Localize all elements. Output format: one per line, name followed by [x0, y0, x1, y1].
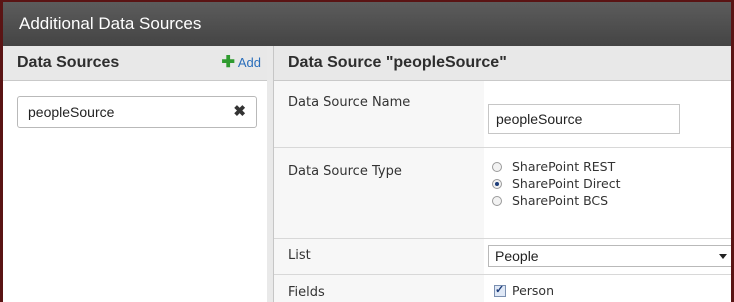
data-source-type-value-cell: SharePoint REST SharePoint Direct ShareP… [484, 148, 731, 238]
radio-button[interactable] [492, 161, 502, 172]
pane-splitter[interactable] [267, 46, 274, 302]
data-source-detail-pane: Data Source "peopleSource" Data Source N… [274, 46, 731, 302]
data-source-type-radio-group: SharePoint REST SharePoint Direct ShareP… [492, 158, 621, 209]
add-data-source-button[interactable]: ✚ Add [221, 46, 261, 80]
list-value-cell: People [484, 239, 731, 274]
radio-button[interactable] [492, 195, 502, 206]
data-source-name-label: Data Source Name [288, 95, 411, 110]
dialog-frame: Additional Data Sources Data Sources ✚ Ad… [0, 0, 734, 302]
field-checkbox-person[interactable]: Person [494, 283, 554, 298]
data-source-item-label: peopleSource [28, 104, 115, 120]
data-sources-header: Data Sources ✚ Add [3, 46, 267, 81]
fields-label: Fields [288, 285, 325, 300]
data-sources-title: Data Sources [17, 54, 120, 71]
list-label: List [288, 248, 311, 263]
data-source-type-label: Data Source Type [288, 164, 402, 179]
list-select[interactable]: People [488, 245, 731, 267]
radio-sharepoint-bcs[interactable]: SharePoint BCS [492, 192, 621, 209]
chevron-down-icon [719, 254, 727, 259]
detail-title: Data Source "peopleSource" [288, 54, 507, 71]
data-source-name-value-cell: peopleSource [484, 81, 731, 147]
radio-sharepoint-direct[interactable]: SharePoint Direct [492, 175, 621, 192]
fields-value-cell: Person [484, 275, 731, 302]
row-list: List People [274, 239, 731, 275]
radio-sharepoint-rest[interactable]: SharePoint REST [492, 158, 621, 175]
row-fields: Fields Person [274, 275, 731, 302]
radio-button-selected[interactable] [492, 178, 502, 189]
detail-header: Data Source "peopleSource" [274, 46, 731, 81]
radio-label: SharePoint Direct [512, 176, 621, 191]
radio-label: SharePoint REST [512, 159, 616, 174]
data-source-item[interactable]: peopleSource ✖ [17, 96, 257, 128]
add-label: Add [237, 55, 261, 70]
plus-icon: ✚ [221, 54, 235, 71]
data-sources-pane: Data Sources ✚ Add peopleSource ✖ [3, 46, 268, 302]
radio-label: SharePoint BCS [512, 193, 609, 208]
list-select-value: People [495, 248, 539, 264]
row-data-source-type: Data Source Type SharePoint REST SharePo… [274, 148, 731, 239]
row-data-source-name: Data Source Name peopleSource [274, 81, 731, 148]
checkbox-label: Person [512, 283, 555, 298]
checkbox-checked-icon[interactable] [494, 283, 506, 297]
data-source-name-input[interactable]: peopleSource [488, 104, 680, 134]
remove-icon[interactable]: ✖ [233, 97, 246, 127]
dialog-title: Additional Data Sources [3, 2, 731, 46]
